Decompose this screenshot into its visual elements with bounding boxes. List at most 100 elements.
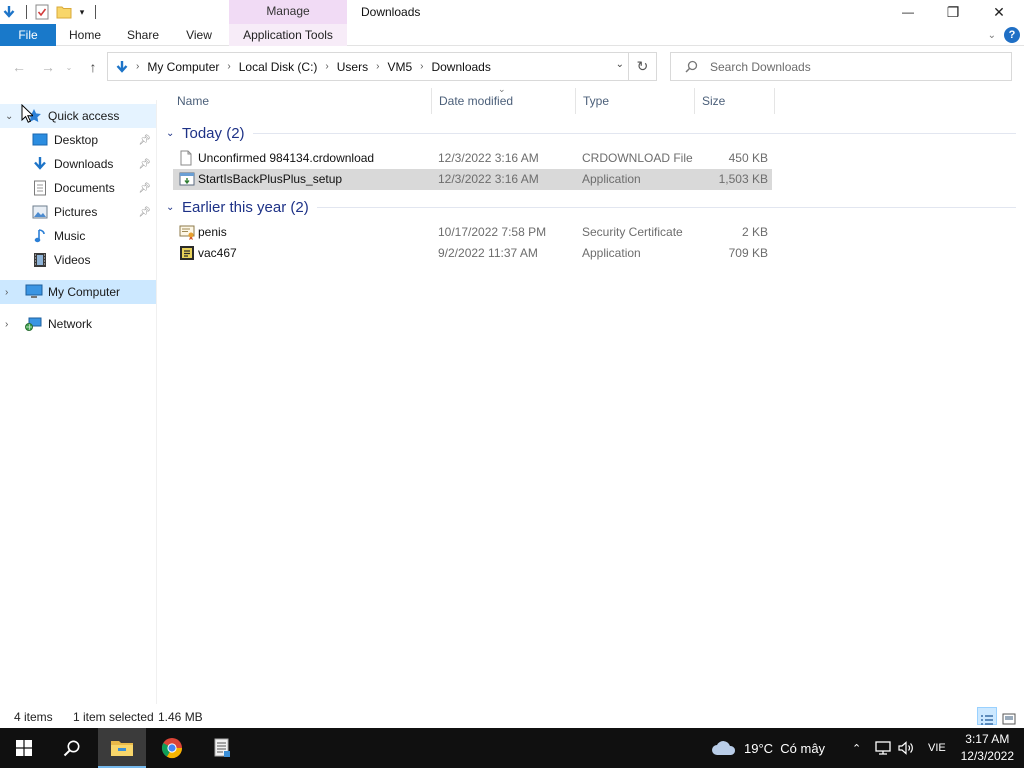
- properties-icon[interactable]: [33, 3, 51, 21]
- file-date: 12/3/2022 3:16 AM: [438, 151, 539, 165]
- crumb-my-computer[interactable]: My Computer: [147, 60, 219, 74]
- navigation-pane: ⌄ Quick access Desktop 📌︎ Downloads 📌︎ D…: [0, 100, 157, 704]
- crumb-users[interactable]: Users: [337, 60, 368, 74]
- show-hidden-icons-button[interactable]: ⌃: [852, 728, 861, 768]
- nav-my-computer[interactable]: › My Computer: [0, 280, 156, 304]
- nav-desktop[interactable]: Desktop 📌︎: [0, 128, 156, 152]
- nav-downloads-label: Downloads: [54, 157, 114, 171]
- refresh-button[interactable]: ↻: [629, 52, 657, 81]
- file-type: CRDOWNLOAD File: [582, 151, 693, 165]
- computer-icon: [25, 284, 43, 300]
- group-header-earlier-this-year[interactable]: ⌄ Earlier this year (2): [166, 196, 1016, 218]
- minimize-button[interactable]: —: [885, 0, 931, 24]
- file-explorer-taskbar-button[interactable]: [98, 728, 146, 768]
- downloads-arrow-icon: [0, 3, 18, 21]
- file-row[interactable]: Unconfirmed 984134.crdownload 12/3/2022 …: [173, 148, 772, 169]
- chrome-taskbar-button[interactable]: [148, 728, 196, 768]
- crumb-local-disk[interactable]: Local Disk (C:): [239, 60, 318, 74]
- details-view-button[interactable]: [977, 707, 997, 725]
- pin-icon[interactable]: 📌︎: [138, 207, 151, 218]
- pin-icon[interactable]: 📌︎: [138, 183, 151, 194]
- status-bar: 4 items 1 item selected 1.46 MB: [0, 704, 1024, 728]
- nav-documents[interactable]: Documents 📌︎: [0, 176, 156, 200]
- file-size: 1,503 KB: [718, 172, 768, 186]
- nav-music-label: Music: [54, 229, 86, 243]
- address-bar[interactable]: › My Computer › Local Disk (C:) › Users …: [107, 52, 629, 81]
- nav-network[interactable]: › Network: [0, 312, 156, 336]
- volume-tray-button[interactable]: [898, 728, 914, 768]
- tab-application-tools[interactable]: Application Tools: [229, 24, 347, 46]
- address-dropdown-icon[interactable]: ⌄: [616, 59, 624, 70]
- file-size: 450 KB: [728, 151, 768, 165]
- tab-home[interactable]: Home: [60, 24, 110, 46]
- location-downloads-icon: [114, 59, 130, 75]
- breadcrumb-chevron-icon: ›: [227, 61, 231, 72]
- nav-downloads[interactable]: Downloads 📌︎: [0, 152, 156, 176]
- ribbon-right-controls: ⌄ ?: [988, 27, 1020, 43]
- file-type: Security Certificate: [582, 225, 683, 239]
- up-button[interactable]: ↑: [82, 56, 104, 78]
- chevron-right-icon[interactable]: ›: [5, 287, 17, 298]
- column-size[interactable]: Size: [695, 88, 775, 114]
- group-collapse-icon[interactable]: ⌄: [166, 202, 180, 213]
- large-icons-view-button[interactable]: [999, 707, 1019, 725]
- column-type[interactable]: Type: [576, 88, 695, 114]
- weather-widget[interactable]: 19°C Có mây: [710, 728, 825, 768]
- tab-view[interactable]: View: [176, 24, 222, 46]
- chevron-down-icon: ⌄: [65, 62, 73, 72]
- blank-file-icon: [179, 150, 195, 166]
- chevron-right-icon[interactable]: ›: [5, 319, 17, 330]
- search-box[interactable]: [670, 52, 1012, 81]
- network-tray-button[interactable]: [874, 728, 892, 768]
- app-taskbar-button[interactable]: [198, 728, 246, 768]
- search-input[interactable]: [710, 59, 990, 74]
- start-button[interactable]: [0, 728, 48, 768]
- nav-pictures-label: Pictures: [54, 205, 98, 219]
- file-row-selected[interactable]: StartIsBackPlusPlus_setup 12/3/2022 3:16…: [173, 169, 772, 190]
- pin-icon[interactable]: 📌︎: [138, 159, 151, 170]
- chevron-down-icon[interactable]: ⌄: [5, 111, 17, 122]
- restore-button[interactable]: ❐: [930, 0, 976, 24]
- file-name: penis: [198, 225, 227, 239]
- application-icon: [179, 245, 195, 261]
- group-divider: [316, 206, 1016, 208]
- forward-button[interactable]: →: [37, 56, 59, 78]
- pictures-icon: [31, 204, 49, 220]
- back-button[interactable]: ←: [8, 56, 30, 78]
- close-button[interactable]: ✕: [976, 0, 1022, 24]
- nav-videos[interactable]: Videos: [0, 248, 156, 272]
- nav-music[interactable]: Music: [0, 224, 156, 248]
- crumb-downloads[interactable]: Downloads: [431, 60, 490, 74]
- desktop-icon: [31, 132, 49, 148]
- group-header-today[interactable]: ⌄ Today (2): [166, 122, 1016, 144]
- nav-pictures[interactable]: Pictures 📌︎: [0, 200, 156, 224]
- windows-logo-icon: [16, 740, 32, 756]
- expand-ribbon-icon[interactable]: ⌄: [988, 30, 996, 41]
- network-icon: [25, 316, 43, 332]
- status-selection-size: 1.46 MB: [158, 710, 203, 724]
- recent-locations-button[interactable]: ⌄: [62, 56, 76, 78]
- group-collapse-icon[interactable]: ⌄: [166, 128, 180, 139]
- group-title: Today (2): [182, 124, 245, 142]
- column-name[interactable]: Name: [170, 88, 432, 114]
- tab-file[interactable]: File: [0, 24, 56, 46]
- breadcrumb-chevron-icon: ›: [136, 61, 140, 72]
- status-selection: 1 item selected: [73, 710, 154, 724]
- input-language-button[interactable]: VIE: [928, 728, 946, 768]
- folder-icon: [110, 739, 134, 757]
- crumb-vm5[interactable]: VM5: [387, 60, 412, 74]
- pin-icon[interactable]: 📌︎: [138, 135, 151, 146]
- tab-share[interactable]: Share: [118, 24, 168, 46]
- nav-videos-label: Videos: [54, 253, 91, 267]
- search-taskbar-button[interactable]: [48, 728, 96, 768]
- taskbar-clock[interactable]: 3:17 AM 12/3/2022: [961, 731, 1014, 765]
- breadcrumb-chevron-icon: ›: [376, 61, 380, 72]
- help-icon[interactable]: ?: [1004, 27, 1020, 43]
- clock-time: 3:17 AM: [965, 732, 1010, 746]
- file-row[interactable]: vac467 9/2/2022 11:37 AM Application 709…: [173, 243, 772, 264]
- search-icon: [63, 739, 81, 757]
- file-row[interactable]: penis 10/17/2022 7:58 PM Security Certif…: [173, 222, 772, 243]
- customize-qat-icon[interactable]: ▾: [77, 3, 87, 21]
- ribbon-tabs: File Home Share View Application Tools ⌄…: [0, 24, 1024, 46]
- new-folder-icon[interactable]: [55, 3, 73, 21]
